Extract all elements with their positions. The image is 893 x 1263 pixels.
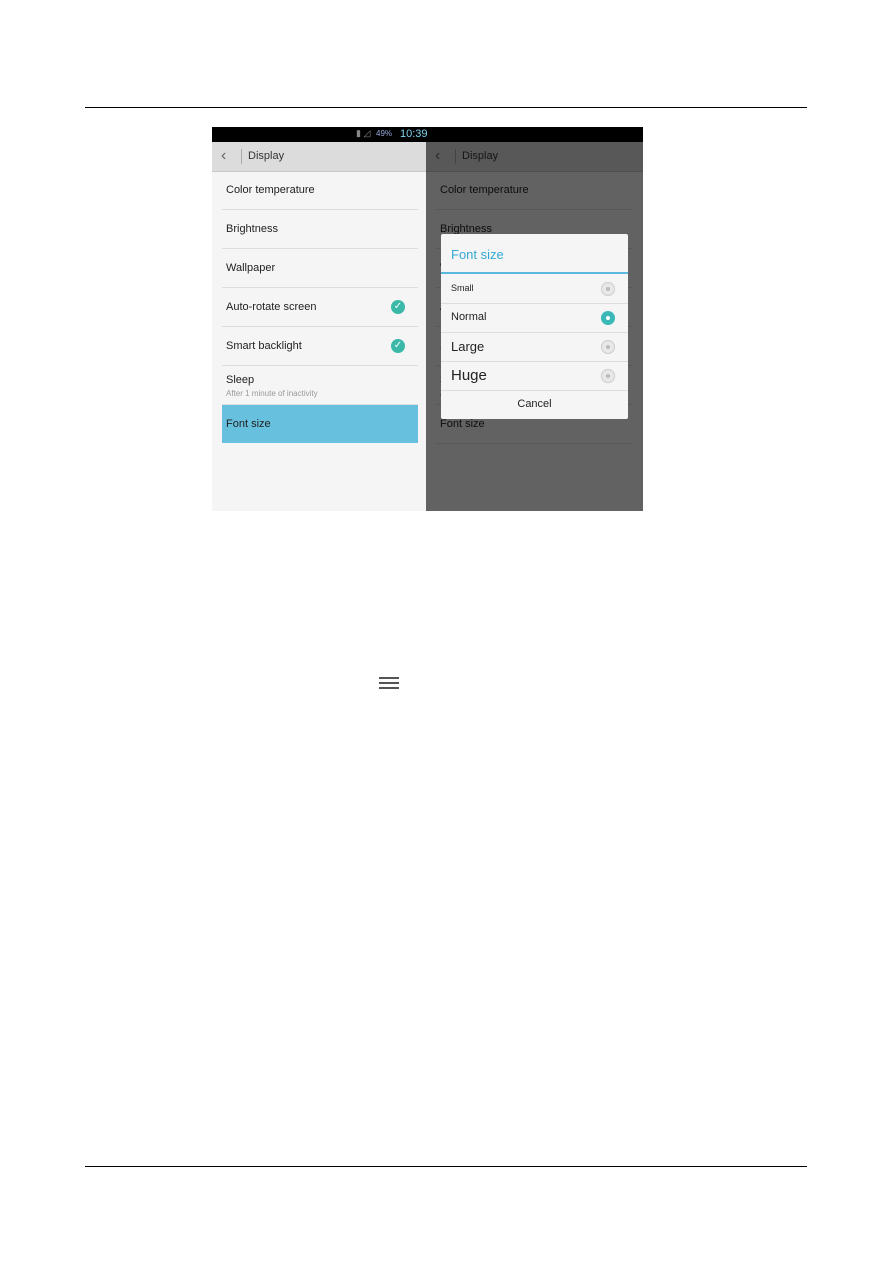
option-label: Normal bbox=[451, 311, 487, 323]
setting-label: Brightness bbox=[226, 223, 278, 235]
radio-icon[interactable] bbox=[601, 340, 615, 354]
setting-row[interactable]: Auto-rotate screen ✓ bbox=[222, 288, 418, 327]
header-rule bbox=[85, 107, 807, 108]
display-settings-panel-dimmed: ‹DisplayColor temperatureBrightnessWallp… bbox=[426, 142, 643, 511]
setting-label: Wallpaper bbox=[226, 262, 276, 274]
check-icon[interactable]: ✓ bbox=[391, 339, 405, 353]
setting-label: Color temperature bbox=[226, 184, 315, 196]
font-size-option[interactable]: Huge bbox=[441, 361, 628, 391]
radio-icon[interactable] bbox=[601, 282, 615, 296]
dialog-title: Font size bbox=[451, 247, 504, 262]
clock: 10:39 bbox=[400, 128, 428, 140]
setting-label: Auto-rotate screen bbox=[226, 301, 317, 313]
font-size-option[interactable]: Large bbox=[441, 332, 628, 362]
setting-label: Smart backlight bbox=[226, 340, 302, 352]
document-page: ▮ ◿ 49% 10:39 ‹ Display Color temperature B… bbox=[0, 0, 893, 1263]
font-size-dialog: Font size Small Normal Large Huge Cancel bbox=[441, 234, 628, 419]
check-icon[interactable]: ✓ bbox=[391, 300, 405, 314]
radio-icon[interactable] bbox=[601, 369, 615, 383]
setting-summary: After 1 minute of inactivity bbox=[226, 389, 318, 398]
setting-row[interactable]: Wallpaper bbox=[222, 249, 418, 288]
action-bar: ‹ Display bbox=[212, 142, 426, 172]
font-size-option[interactable]: Normal bbox=[441, 303, 628, 333]
status-bar: ▮ ◿ 49% 10:39 bbox=[212, 127, 643, 142]
setting-row[interactable]: Font size bbox=[222, 405, 418, 443]
back-icon[interactable]: ‹ bbox=[221, 147, 226, 165]
battery-percent: 49% bbox=[376, 129, 393, 138]
menu-icon bbox=[379, 677, 399, 690]
option-label: Small bbox=[451, 283, 474, 293]
setting-label: Sleep bbox=[226, 374, 255, 386]
phone-screenshot: ▮ ◿ 49% 10:39 ‹ Display Color temperature B… bbox=[212, 127, 643, 511]
option-label: Large bbox=[451, 339, 485, 354]
setting-row[interactable]: Smart backlight ✓ bbox=[222, 327, 418, 366]
font-size-option[interactable]: Small bbox=[441, 274, 628, 304]
cancel-button[interactable]: Cancel bbox=[441, 390, 628, 419]
radio-icon[interactable] bbox=[601, 311, 615, 325]
setting-row[interactable]: Sleep After 1 minute of inactivity bbox=[222, 366, 418, 405]
display-settings-panel: ‹ Display Color temperature Brightness Wallp… bbox=[212, 142, 426, 511]
footer-rule bbox=[85, 1166, 807, 1167]
divider bbox=[241, 149, 242, 164]
setting-row[interactable]: Color temperature bbox=[222, 171, 418, 210]
screen-title: Display bbox=[248, 150, 285, 162]
setting-label: Font size bbox=[226, 418, 271, 430]
signal-icon: ▮ ◿ bbox=[356, 128, 371, 138]
option-label: Huge bbox=[451, 367, 487, 384]
setting-row[interactable]: Brightness bbox=[222, 210, 418, 249]
